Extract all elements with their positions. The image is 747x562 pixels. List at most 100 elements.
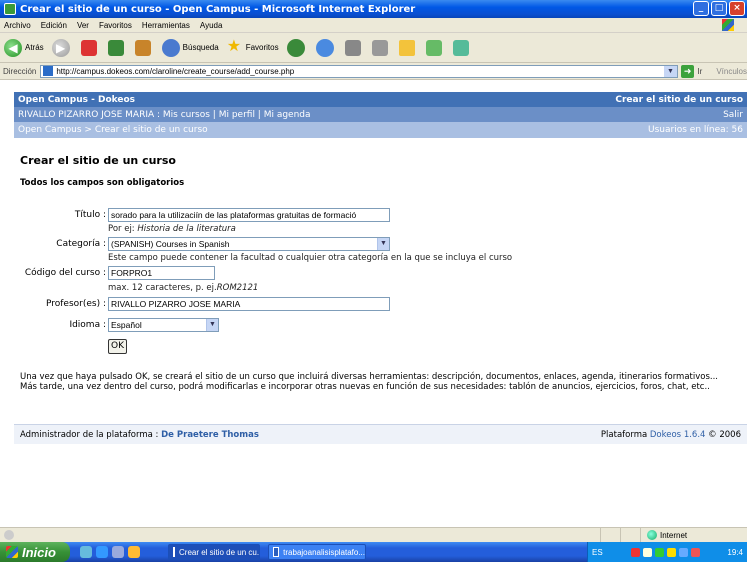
- logout-link[interactable]: Salir: [723, 110, 743, 120]
- task1-label: Crear el sitio de un cu...: [179, 547, 260, 557]
- profesor-input[interactable]: RIVALLO PIZARRO JOSE MARIA: [108, 297, 390, 311]
- windows-logo-icon: [6, 546, 18, 558]
- titulo-input[interactable]: sorado para la utilizaciín de las plataf…: [108, 208, 390, 222]
- task2-label: trabajoanalisisplatafo...: [283, 547, 365, 557]
- stop-button[interactable]: [80, 39, 100, 56]
- breadcrumb[interactable]: Open Campus > Crear el sitio de un curso: [18, 125, 208, 135]
- language-indicator[interactable]: ES: [592, 548, 603, 557]
- menu-ver[interactable]: Ver: [77, 21, 89, 30]
- links-label[interactable]: Vínculos: [716, 67, 747, 76]
- codigo-hint-text: max. 12 caracteres, p. ej.: [108, 283, 217, 293]
- tray-icon[interactable]: [630, 547, 640, 557]
- chevron-down-icon: ▼: [377, 238, 389, 250]
- tray-icon[interactable]: [678, 547, 688, 557]
- security-icon[interactable]: [690, 547, 700, 557]
- ie-icon[interactable]: [96, 546, 108, 558]
- task-word-window[interactable]: trabajoanalisisplatafo...: [268, 544, 366, 560]
- window-title: Crear el sitio de un curso - Open Campus…: [20, 3, 416, 15]
- chevron-down-icon: ▼: [206, 319, 218, 331]
- search-button[interactable]: Búsqueda: [161, 38, 219, 57]
- history-button[interactable]: [286, 38, 308, 57]
- word-task-icon: [273, 547, 280, 557]
- maximize-button[interactable]: □: [711, 1, 727, 16]
- desktop-icon[interactable]: [112, 546, 124, 558]
- back-button[interactable]: ◀ Atrás: [4, 38, 44, 57]
- address-bar: Dirección http://campus.dokeos.com/claro…: [0, 63, 747, 80]
- folder-button[interactable]: [398, 39, 418, 56]
- idioma-select[interactable]: Español ▼: [108, 318, 219, 332]
- page-status-icon: [4, 530, 14, 540]
- idioma-value: Español: [111, 320, 142, 330]
- status-divider: [620, 528, 621, 543]
- history-icon: [286, 38, 305, 57]
- start-button[interactable]: Inicio: [0, 542, 70, 562]
- tray-icon[interactable]: [666, 547, 676, 557]
- menu-ayuda[interactable]: Ayuda: [200, 21, 223, 30]
- user-bar: RIVALLO PIZARRO JOSE MARIA : Mis cursos …: [14, 107, 747, 122]
- categoria-value: (SPANISH) Courses in Spanish: [111, 239, 230, 249]
- codigo-hint: max. 12 caracteres, p. ej.ROM2121: [108, 283, 258, 293]
- forward-button[interactable]: ▶: [51, 38, 73, 57]
- address-url: http://campus.dokeos.com/claroline/creat…: [56, 66, 295, 76]
- platform-info: Plataforma Dokeos 1.6.4 © 2006: [601, 430, 741, 440]
- globe-icon: [647, 530, 657, 540]
- menu-archivo[interactable]: Archivo: [4, 21, 31, 30]
- address-dropdown-icon[interactable]: ▼: [663, 65, 677, 77]
- network-icon[interactable]: [654, 547, 664, 557]
- minimize-button[interactable]: _: [693, 1, 709, 16]
- ok-button[interactable]: OK: [108, 339, 127, 354]
- codigo-label: Código del curso :: [24, 268, 106, 278]
- site-name[interactable]: Open Campus - Dokeos: [18, 95, 135, 105]
- platform-version[interactable]: Dokeos 1.6.4: [650, 430, 706, 440]
- titulo-hint-text: Por ej:: [108, 224, 135, 234]
- tray-icon[interactable]: [642, 547, 652, 557]
- task-ie-window[interactable]: Crear el sitio de un cu...: [168, 544, 260, 560]
- quick-launch-icon[interactable]: [80, 546, 92, 558]
- media-icon[interactable]: [128, 546, 140, 558]
- go-label[interactable]: Ir: [697, 67, 702, 76]
- description-text: Una vez que haya pulsado OK, se creará e…: [20, 372, 719, 392]
- go-button[interactable]: ➜: [680, 64, 695, 78]
- menu-herramientas[interactable]: Herramientas: [142, 21, 190, 30]
- stop-icon: [80, 39, 97, 56]
- menu-bar: Archivo Edición Ver Favoritos Herramient…: [0, 18, 747, 33]
- menu-edicion[interactable]: Edición: [41, 21, 67, 30]
- messenger-button[interactable]: [425, 39, 445, 56]
- address-label: Dirección: [3, 66, 37, 76]
- close-button[interactable]: ×: [729, 1, 745, 16]
- ie-app-icon: [4, 3, 16, 15]
- titulo-label: Título :: [74, 210, 106, 220]
- contacts-icon: [452, 39, 469, 56]
- codigo-hint-example: ROM2121: [216, 283, 259, 293]
- home-button[interactable]: [134, 39, 154, 56]
- contacts-button[interactable]: [452, 39, 472, 56]
- search-icon: [161, 38, 180, 57]
- system-tray: ES 19:4: [587, 542, 747, 562]
- codigo-input[interactable]: FORPRO1: [108, 266, 215, 280]
- profesor-label: Profesor(es) :: [45, 299, 106, 309]
- admin-info: Administrador de la plataforma : De Prae…: [20, 430, 259, 440]
- folder-icon: [398, 39, 415, 56]
- user-links[interactable]: RIVALLO PIZARRO JOSE MARIA : Mis cursos …: [18, 110, 311, 120]
- zone-indicator: Internet: [647, 530, 687, 540]
- windows-logo-icon: [722, 19, 734, 31]
- admin-label: Administrador de la plataforma :: [20, 429, 159, 440]
- taskbar: Inicio Crear el sitio de un cu... trabaj…: [0, 542, 747, 562]
- home-icon: [134, 39, 151, 56]
- admin-name[interactable]: De Praetere Thomas: [161, 430, 259, 440]
- site-header: Open Campus - Dokeos Crear el sitio de u…: [14, 92, 747, 107]
- refresh-button[interactable]: [107, 39, 127, 56]
- page-footer: Administrador de la plataforma : De Prae…: [14, 424, 747, 444]
- edit-button[interactable]: [371, 39, 391, 56]
- menu-favoritos[interactable]: Favoritos: [99, 21, 132, 30]
- edit-icon: [371, 39, 388, 56]
- print-button[interactable]: [344, 39, 364, 56]
- categoria-select[interactable]: (SPANISH) Courses in Spanish ▼: [108, 237, 390, 251]
- mail-button[interactable]: [315, 38, 337, 57]
- categoria-hint: Este campo puede contener la facultad o …: [108, 253, 513, 263]
- window-titlebar: Crear el sitio de un curso - Open Campus…: [0, 0, 747, 18]
- address-input[interactable]: http://campus.dokeos.com/claroline/creat…: [40, 64, 678, 78]
- mail-icon: [315, 38, 334, 57]
- favorites-button[interactable]: ★ Favoritos: [227, 38, 279, 57]
- online-users: Usuarios en línea: 56: [648, 125, 743, 135]
